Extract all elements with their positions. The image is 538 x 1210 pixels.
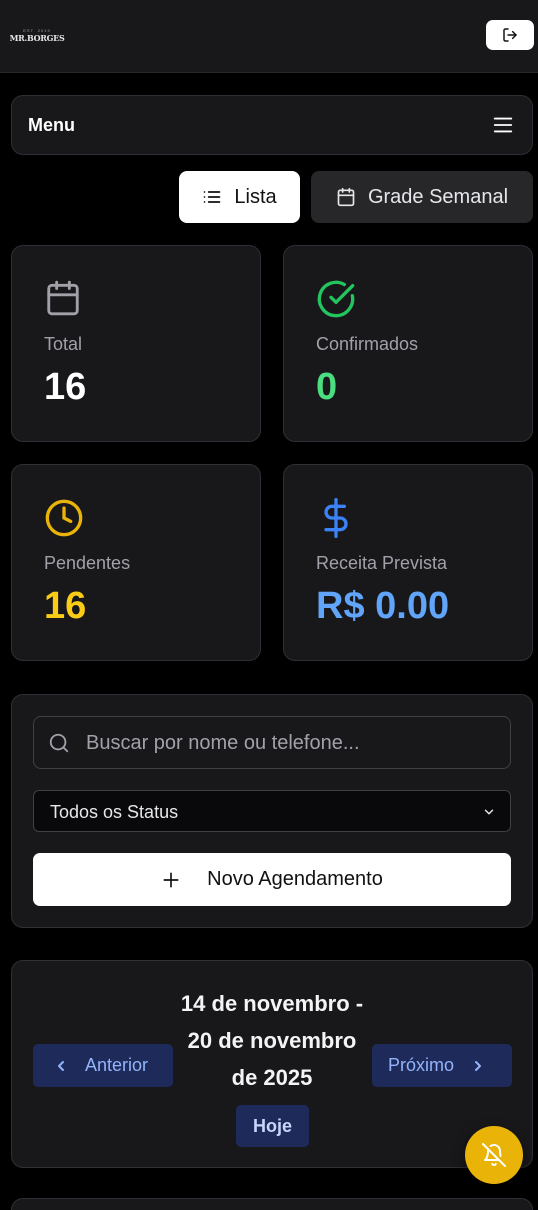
plus-icon	[163, 872, 179, 887]
previous-week-button[interactable]: Anterior	[33, 1044, 173, 1087]
stat-revenue-label: Receita Prevista	[316, 553, 448, 573]
search-input[interactable]: Buscar por nome ou telefone...	[33, 716, 511, 769]
list-view-button[interactable]: Lista	[179, 171, 300, 223]
weekly-grid-button[interactable]: Grade Semanal	[311, 171, 533, 223]
date-range-line2: 20 de novembro	[187, 1028, 357, 1053]
stat-confirmed: Confirmados 0	[283, 245, 533, 442]
top-bar: EST. 2019 MR.BORGES	[0, 0, 538, 73]
chevron-right-icon	[475, 1060, 482, 1071]
filters-panel: Buscar por nome ou telefone... Todos os …	[11, 694, 533, 928]
list-icon	[204, 191, 221, 203]
stat-pending-label: Pendentes	[44, 553, 131, 573]
logout-button[interactable]	[486, 20, 534, 50]
clock-icon	[45, 499, 83, 537]
status-select-value: Todos os Status	[50, 802, 179, 822]
stat-revenue: Receita Prevista R$ 0.00	[283, 464, 533, 661]
date-range-line3: de 2025	[231, 1065, 313, 1090]
next-card-edge	[11, 1198, 533, 1210]
stat-total-label: Total	[44, 334, 83, 354]
next-week-button[interactable]: Próximo	[372, 1044, 512, 1087]
dollar-icon	[324, 498, 348, 538]
today-button[interactable]: Hoje	[236, 1105, 309, 1147]
chevron-left-icon	[58, 1060, 64, 1071]
previous-week-label: Anterior	[85, 1055, 149, 1075]
week-navigation: 14 de novembro - 20 de novembro de 2025 …	[11, 960, 533, 1168]
logo-brand: MR.BORGES	[9, 32, 65, 43]
stat-total-value: 16	[44, 366, 87, 408]
status-select[interactable]: Todos os Status	[33, 790, 511, 832]
stat-revenue-value: R$ 0.00	[316, 585, 450, 627]
search-icon	[49, 733, 69, 753]
logo: EST. 2019 MR.BORGES	[10, 22, 65, 48]
menu-bar[interactable]: Menu	[11, 95, 533, 155]
next-week-label: Próximo	[388, 1055, 455, 1075]
stat-pending-value: 16	[44, 585, 87, 627]
search-placeholder: Buscar por nome ou telefone...	[86, 732, 360, 754]
stat-confirmed-label: Confirmados	[316, 334, 419, 354]
check-circle-icon	[317, 280, 355, 318]
new-appointment-label: Novo Agendamento	[207, 868, 383, 890]
calendar-icon	[337, 187, 355, 207]
date-range: 14 de novembro - 20 de novembro de 2025	[172, 985, 372, 1096]
bell-off-icon	[482, 1143, 506, 1167]
logout-icon	[503, 28, 517, 42]
stat-confirmed-value: 0	[316, 366, 338, 408]
notifications-off-button[interactable]	[465, 1126, 523, 1184]
date-range-line1: 14 de novembro -	[180, 991, 364, 1016]
hamburger-icon[interactable]	[492, 114, 514, 136]
stat-pending: Pendentes 16	[11, 464, 261, 661]
list-view-label: Lista	[234, 185, 277, 208]
new-appointment-button[interactable]: Novo Agendamento	[33, 853, 511, 906]
calendar-icon	[47, 280, 79, 316]
chevron-down-icon	[484, 809, 494, 815]
weekly-grid-label: Grade Semanal	[367, 185, 509, 208]
stat-total: Total 16	[11, 245, 261, 442]
menu-label: Menu	[28, 115, 75, 135]
